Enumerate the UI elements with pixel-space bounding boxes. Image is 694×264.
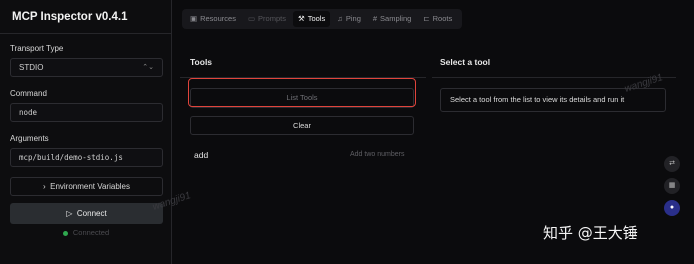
tab-label: Tools bbox=[307, 14, 326, 23]
command-input[interactable]: node bbox=[10, 103, 163, 122]
play-icon: ▷ bbox=[66, 209, 73, 218]
grid-icon[interactable]: ▦ bbox=[664, 178, 680, 194]
clear-button[interactable]: Clear bbox=[190, 116, 414, 135]
status-dot-icon bbox=[62, 230, 68, 236]
tab-label: Resources bbox=[200, 14, 236, 23]
tool-item-name[interactable]: add bbox=[194, 150, 208, 160]
message-icon: ▭ bbox=[247, 14, 256, 23]
transport-type-select[interactable]: STDIO ⌃⌄ bbox=[10, 58, 163, 77]
chevron-up-down-icon: ⌃⌄ bbox=[142, 64, 154, 71]
tab-roots[interactable]: ⊏ Roots bbox=[418, 11, 457, 27]
tools-panel-title: Tools bbox=[190, 57, 213, 67]
detail-panel-title: Select a tool bbox=[440, 57, 491, 67]
folder-tree-icon: ⊏ bbox=[423, 14, 430, 23]
connection-status: Connected bbox=[0, 228, 172, 237]
floating-side-icons: ⇄ ▦ ● bbox=[664, 156, 680, 222]
tab-tools[interactable]: ⚒ Tools bbox=[292, 11, 331, 27]
app-title: MCP Inspector v0.4.1 bbox=[0, 0, 171, 34]
arguments-input[interactable]: mcp/build/demo-stdio.js bbox=[10, 148, 163, 167]
translate-icon[interactable]: ⇄ bbox=[664, 156, 680, 172]
tab-prompts[interactable]: ▭ Prompts bbox=[243, 11, 291, 27]
tab-label: Ping bbox=[345, 14, 361, 23]
tab-sampling[interactable]: # Sampling bbox=[368, 11, 416, 27]
status-text: Connected bbox=[72, 228, 110, 237]
transport-type-value: STDIO bbox=[19, 63, 44, 72]
credit-watermark: 知乎 @王大锤 bbox=[543, 224, 638, 242]
resources-icon: ▣ bbox=[190, 14, 198, 23]
connect-label: Connect bbox=[76, 209, 107, 218]
connect-button[interactable]: ▷ Connect bbox=[10, 203, 163, 224]
tab-label: Sampling bbox=[380, 14, 412, 23]
tab-label: Prompts bbox=[258, 14, 286, 23]
chevron-right-icon: › bbox=[42, 182, 46, 191]
tab-ping[interactable]: ♫ Ping bbox=[332, 11, 366, 27]
list-tools-button[interactable]: List Tools bbox=[190, 88, 414, 108]
hash-icon: # bbox=[372, 14, 378, 23]
tools-panel-divider bbox=[180, 77, 426, 78]
tab-label: Roots bbox=[432, 14, 453, 23]
tool-item-description: Add two numbers bbox=[350, 151, 405, 158]
tab-resources[interactable]: ▣ Resources bbox=[185, 11, 241, 27]
sidebar: MCP Inspector v0.4.1 Transport Type STDI… bbox=[0, 0, 172, 264]
arguments-label: Arguments bbox=[10, 134, 49, 143]
environment-variables-button[interactable]: › Environment Variables bbox=[10, 177, 163, 196]
env-button-label: Environment Variables bbox=[50, 182, 130, 191]
assistant-icon[interactable]: ● bbox=[664, 200, 680, 216]
transport-type-label: Transport Type bbox=[10, 44, 64, 53]
bell-icon: ♫ bbox=[337, 14, 343, 23]
tab-bar: ▣ Resources ▭ Prompts ⚒ Tools ♫ Ping # Sampli… bbox=[182, 9, 463, 29]
hammer-icon: ⚒ bbox=[297, 14, 305, 23]
command-label: Command bbox=[10, 89, 47, 98]
